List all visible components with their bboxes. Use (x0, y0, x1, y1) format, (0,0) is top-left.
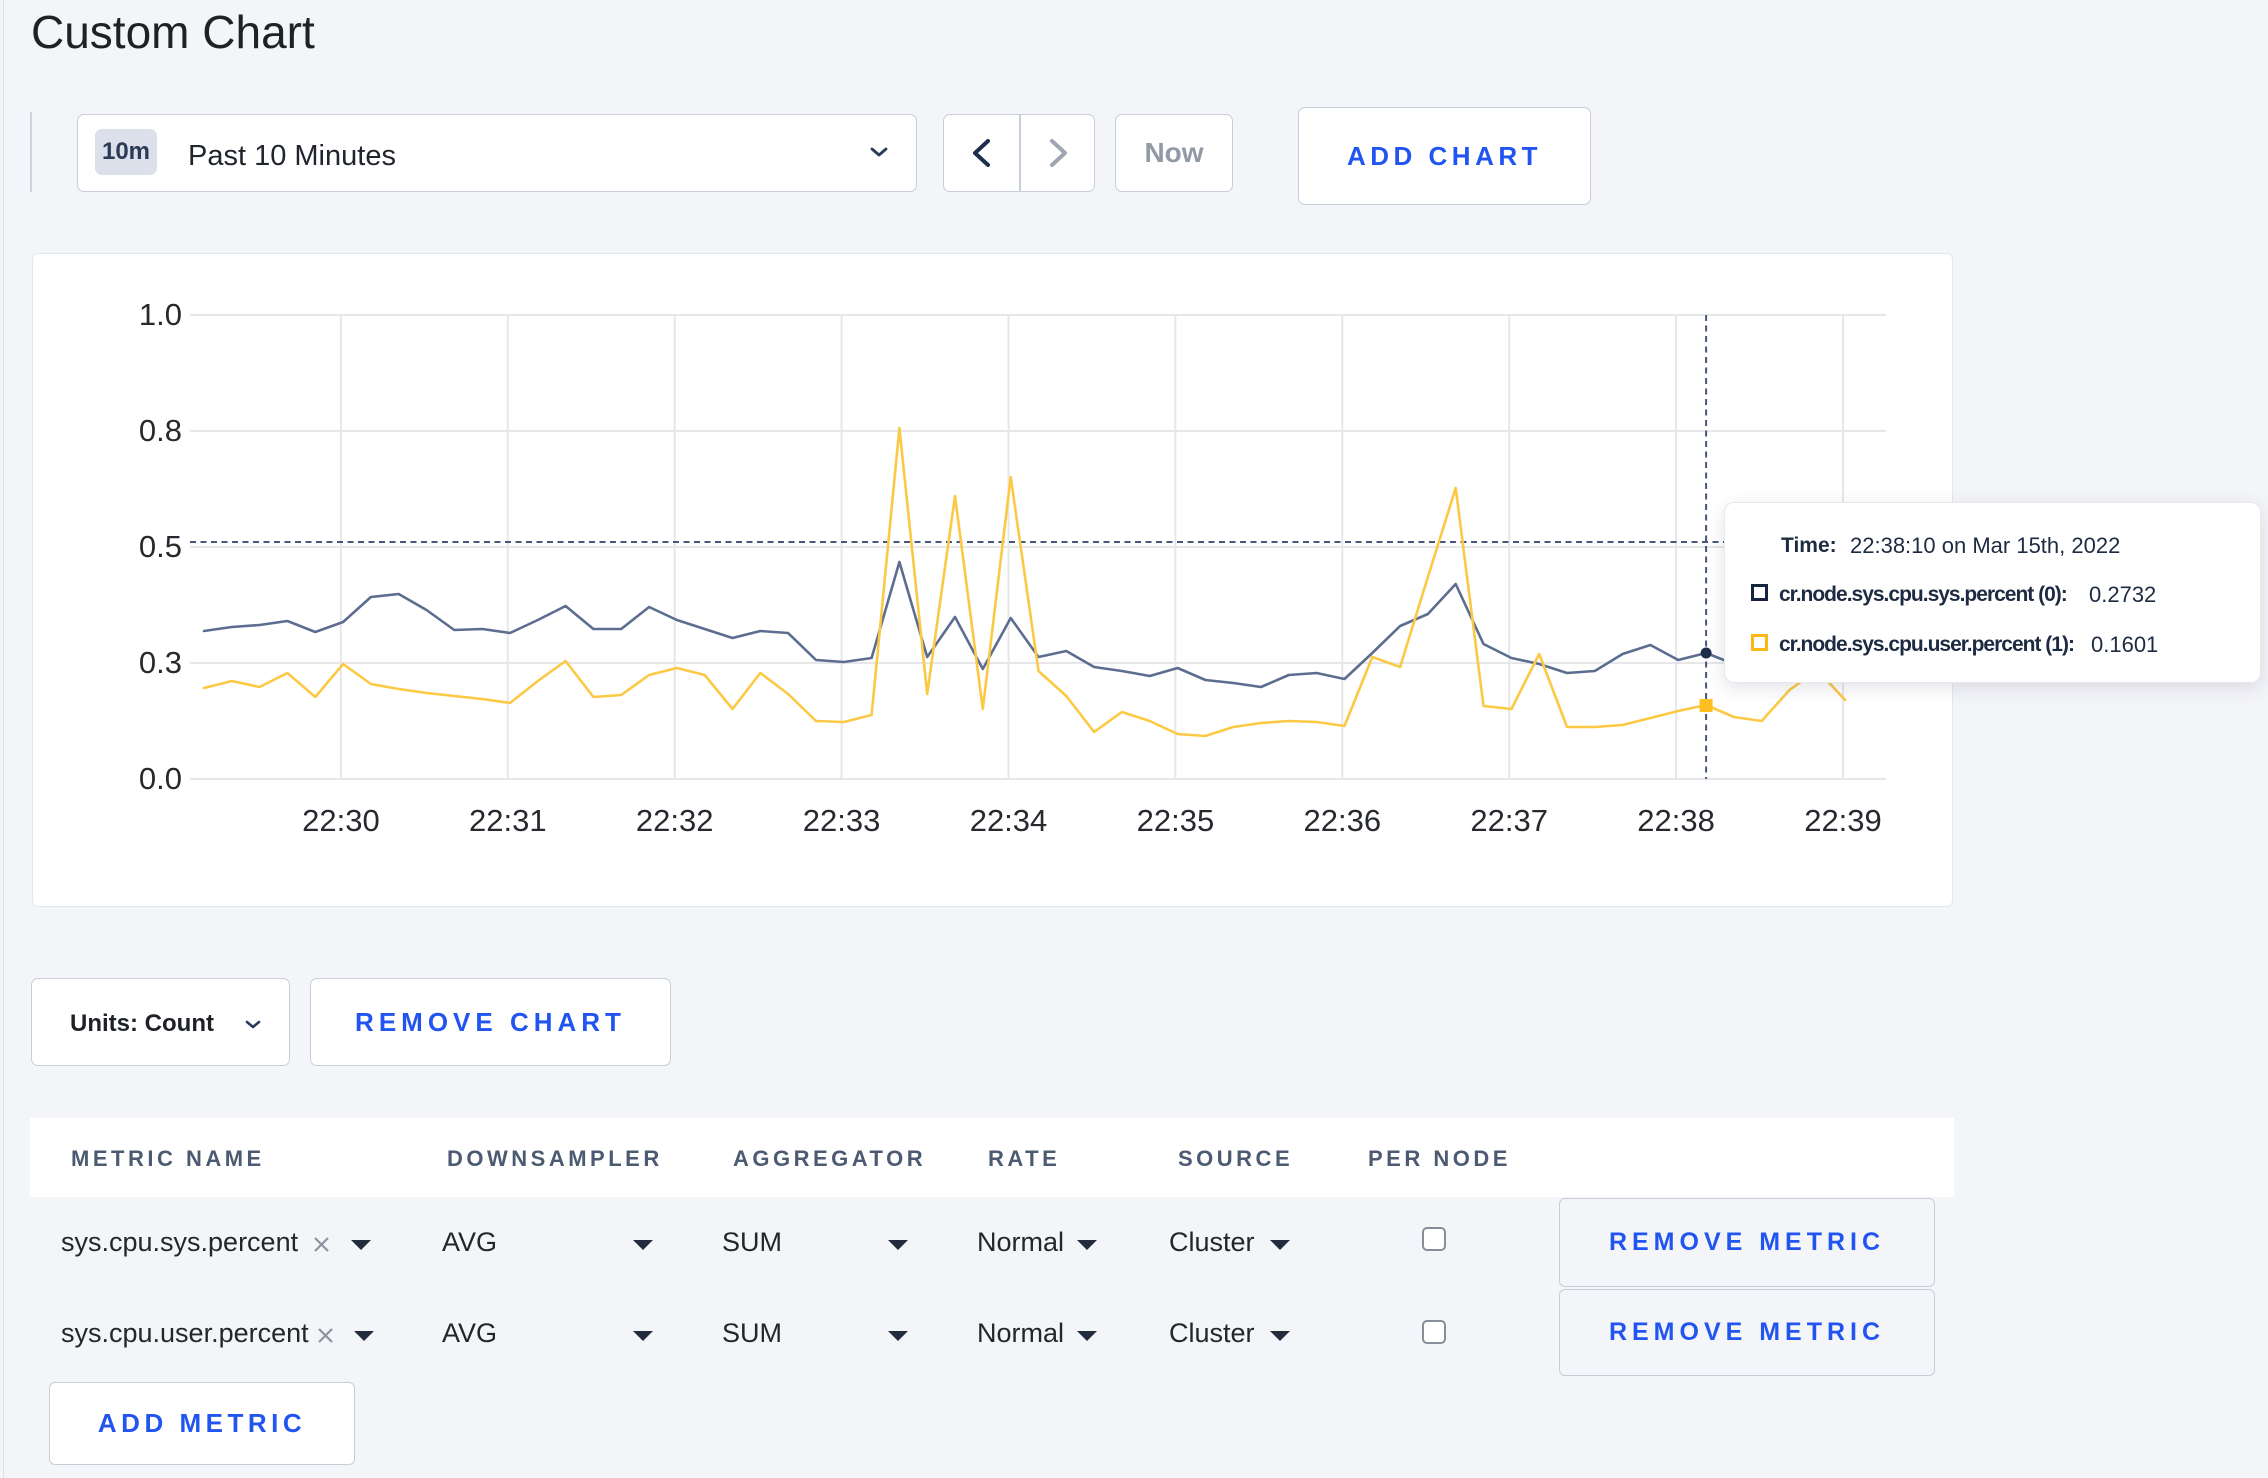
svg-text:22:33: 22:33 (803, 803, 881, 838)
svg-text:0.8: 0.8 (139, 413, 182, 448)
svg-text:0.0: 0.0 (139, 761, 182, 796)
svg-text:22:39: 22:39 (1804, 803, 1882, 838)
svg-text:22:32: 22:32 (636, 803, 714, 838)
svg-text:22:34: 22:34 (970, 803, 1048, 838)
svg-text:22:37: 22:37 (1470, 803, 1548, 838)
svg-text:1.0: 1.0 (139, 297, 182, 332)
svg-text:0.5: 0.5 (139, 529, 182, 564)
svg-text:0.3: 0.3 (139, 645, 182, 680)
svg-text:22:36: 22:36 (1304, 803, 1382, 838)
svg-text:22:35: 22:35 (1137, 803, 1215, 838)
svg-text:22:38: 22:38 (1637, 803, 1715, 838)
svg-text:22:30: 22:30 (302, 803, 380, 838)
svg-text:22:31: 22:31 (469, 803, 547, 838)
